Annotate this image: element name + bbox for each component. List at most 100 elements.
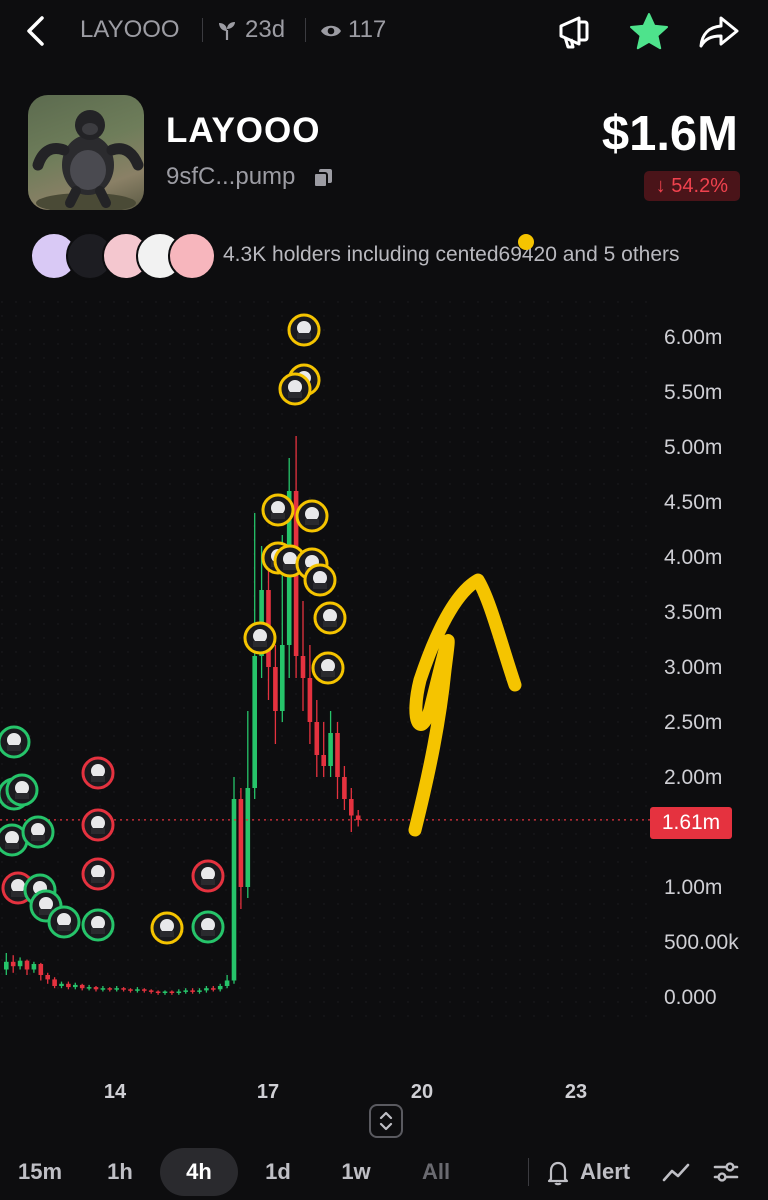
candle-body (93, 987, 99, 990)
holders-summary[interactable]: 4.3K holders including cented69420 and 5… (223, 243, 680, 267)
timeframe-15m[interactable]: 15m (10, 1148, 70, 1196)
candle-body (4, 961, 9, 970)
candle-body (52, 979, 57, 986)
candle-body (176, 991, 182, 993)
price-chart[interactable]: 6.00m 5.50m 5.00m 4.50m 4.00m 3.50m 3.00m 2.50m… (0, 300, 768, 1100)
top-bar: LAYOOO 23d 117 (0, 0, 768, 62)
candle-body (231, 799, 237, 981)
megaphone-icon[interactable] (553, 10, 597, 54)
candle-body (79, 984, 85, 989)
candle-body (10, 961, 16, 967)
y-tick-label: 6.00m (664, 326, 722, 349)
x-tick-label: 20 (411, 1081, 433, 1100)
candle-body (162, 991, 168, 993)
token-short-name: LAYOOO (80, 16, 180, 43)
candle-body (59, 983, 64, 986)
alert-button[interactable]: Alert (580, 1148, 630, 1196)
candle-body (211, 988, 216, 990)
x-tick-label: 23 (565, 1081, 587, 1100)
candle-body (280, 645, 285, 711)
timeframe-4h[interactable]: 4h (160, 1148, 238, 1196)
trade-marker[interactable] (81, 857, 115, 891)
y-tick-label: 1.00m (664, 876, 722, 899)
y-tick-label: 4.00m (664, 546, 722, 569)
eye-icon (321, 25, 341, 37)
trade-marker[interactable] (0, 725, 31, 759)
trade-marker[interactable] (313, 601, 347, 635)
candle-body (314, 722, 320, 755)
divider (305, 18, 306, 42)
trade-marker[interactable] (295, 499, 329, 533)
trade-marker[interactable] (303, 563, 337, 597)
candle-body (252, 656, 257, 788)
bell-icon[interactable] (546, 1160, 570, 1186)
candle-body (24, 960, 30, 970)
candle-body (114, 988, 119, 990)
candle-body (204, 988, 209, 991)
candle-body (349, 799, 354, 816)
candle-body (148, 990, 154, 992)
candle-body (328, 733, 333, 766)
trade-marker[interactable] (191, 859, 225, 893)
candle-body (335, 733, 340, 777)
candle-body (321, 755, 326, 766)
divider (528, 1158, 529, 1186)
y-tick-label: 0.000 (664, 986, 717, 1009)
trade-marker[interactable] (21, 815, 55, 849)
back-icon[interactable] (18, 12, 54, 50)
trade-marker[interactable] (261, 493, 295, 527)
expand-toggle-icon[interactable] (369, 1104, 403, 1138)
candle-body (273, 667, 278, 711)
trade-marker[interactable] (191, 910, 225, 944)
trade-marker[interactable] (150, 911, 184, 945)
timeframe-1h[interactable]: 1h (92, 1148, 148, 1196)
trade-marker[interactable] (287, 313, 321, 347)
trade-marker[interactable] (243, 621, 277, 655)
y-tick-label: 2.50m (664, 711, 722, 734)
candle-body (245, 788, 251, 887)
copy-icon[interactable] (312, 167, 334, 189)
line-chart-icon[interactable] (662, 1160, 690, 1186)
candle-body (142, 989, 147, 991)
timeframe-1w[interactable]: 1w (328, 1148, 384, 1196)
yellow-dot (518, 234, 534, 250)
y-tick-label: 3.50m (664, 601, 722, 624)
candle-body (155, 991, 161, 993)
candle-body (224, 980, 230, 986)
timeframe-1d[interactable]: 1d (250, 1148, 306, 1196)
share-icon[interactable] (697, 10, 741, 54)
trade-marker[interactable] (278, 372, 312, 406)
trade-marker[interactable] (311, 651, 345, 685)
sprout-icon (219, 22, 235, 40)
settings-sliders-icon[interactable] (712, 1158, 740, 1186)
gorilla-image (32, 110, 144, 210)
divider (202, 18, 203, 42)
candle-body (107, 988, 113, 990)
candle-body (45, 975, 50, 980)
x-tick-label: 14 (104, 1081, 127, 1100)
contract-address[interactable]: 9sfC...pump (166, 163, 295, 191)
trade-marker[interactable] (47, 905, 81, 939)
candle-body (128, 989, 133, 991)
candle-body (169, 991, 175, 993)
view-count: 117 (348, 16, 387, 43)
candle-body (238, 799, 244, 887)
token-name: LAYOOO (166, 111, 321, 150)
candle-body (190, 990, 195, 992)
trade-marker[interactable] (81, 756, 115, 790)
token-avatar (28, 95, 144, 210)
candle-body (217, 986, 223, 990)
y-tick-label: 2.00m (664, 766, 722, 789)
current-price-tag: 1.61m (650, 807, 732, 839)
trade-marker[interactable] (5, 773, 39, 807)
candle-body (307, 678, 313, 722)
trade-marker[interactable] (81, 808, 115, 842)
y-tick-label: 4.50m (664, 491, 722, 514)
market-cap: $1.6M (601, 107, 738, 161)
candle-body (86, 987, 92, 989)
star-icon[interactable] (627, 10, 671, 54)
trade-marker[interactable] (81, 908, 115, 942)
y-tick-label: 500.00k (664, 931, 739, 954)
y-tick-label: 5.00m (664, 436, 722, 459)
timeframe-all[interactable]: All (406, 1148, 466, 1196)
